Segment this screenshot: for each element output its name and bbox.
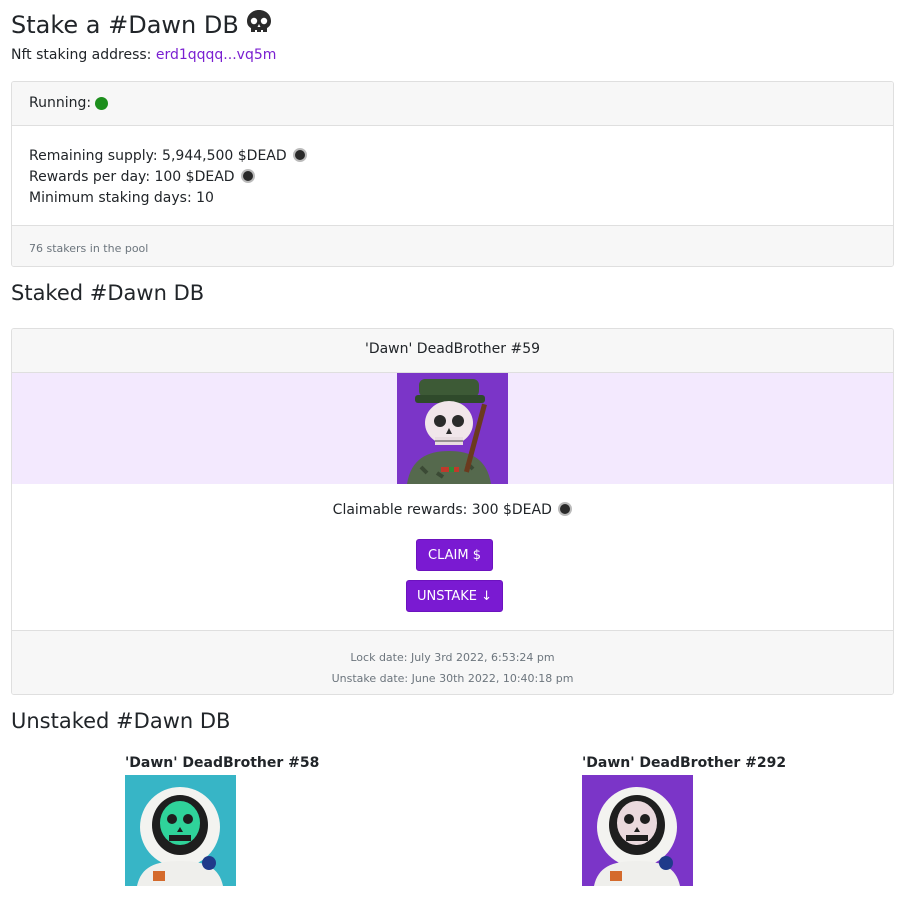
pool-info: Remaining supply: 5,944,500 $DEAD Reward…: [12, 126, 893, 225]
unstake-button[interactable]: UNSTAKE ↓: [406, 580, 503, 612]
pool-status-header: Running:: [12, 82, 893, 126]
min-staking-days: Minimum staking days: 10: [29, 190, 214, 206]
staking-address-label: Nft staking address:: [11, 47, 156, 63]
claim-button[interactable]: CLAIM $: [416, 539, 493, 571]
skull-icon: [245, 8, 273, 42]
nft-image-292[interactable]: [582, 775, 693, 886]
claimable-rewards: Claimable rewards: 300 $DEAD: [332, 502, 552, 518]
staking-address-link[interactable]: erd1qqqq...vq5m: [156, 47, 277, 63]
page-title-text: Stake a #Dawn DB: [11, 11, 239, 39]
lock-date: Lock date: July 3rd 2022, 6:53:24 pm: [350, 651, 555, 664]
dead-token-icon: [558, 502, 573, 516]
running-status-dot-icon: [95, 97, 109, 110]
staked-nft-name: 'Dawn' DeadBrother #59: [12, 329, 893, 373]
staking-address-line: Nft staking address: erd1qqqq...vq5m: [11, 47, 276, 63]
unstaked-item-name: 'Dawn' DeadBrother #292: [582, 755, 787, 771]
running-label: Running:: [29, 95, 92, 111]
page-title: Stake a #Dawn DB: [11, 8, 273, 42]
remaining-supply: Remaining supply: 5,944,500 $DEAD: [29, 148, 287, 164]
nft-image-58[interactable]: [125, 775, 236, 886]
dead-token-icon: [293, 148, 308, 162]
unstaked-item[interactable]: 'Dawn' DeadBrother #292: [582, 755, 786, 886]
unstaked-item-name: 'Dawn' DeadBrother #58: [125, 755, 320, 771]
unstake-date: Unstake date: June 30th 2022, 10:40:18 p…: [331, 672, 574, 685]
rewards-per-day: Rewards per day: 100 $DEAD: [29, 169, 235, 185]
claimable-rewards-row: Claimable rewards: 300 $DEAD: [12, 502, 893, 518]
pool-card: Running: Remaining supply: 5,944,500 $DE…: [11, 81, 894, 267]
staked-nft-card: 'Dawn' DeadBrother #59 Claimable rewards…: [11, 328, 894, 695]
nft-image-strip: [12, 373, 893, 484]
stakers-count: 76 stakers in the pool: [12, 225, 893, 266]
remaining-supply-row: Remaining supply: 5,944,500 $DEAD: [29, 146, 876, 167]
staked-section-title: Staked #Dawn DB: [11, 281, 205, 305]
unstaked-section-title: Unstaked #Dawn DB: [11, 709, 231, 733]
nft-image-59: [397, 373, 508, 484]
staked-dates: Lock date: July 3rd 2022, 6:53:24 pm Uns…: [12, 630, 893, 694]
dead-token-icon: [241, 169, 256, 183]
unstaked-item[interactable]: 'Dawn' DeadBrother #58: [125, 755, 319, 886]
rewards-per-day-row: Rewards per day: 100 $DEAD: [29, 167, 876, 188]
